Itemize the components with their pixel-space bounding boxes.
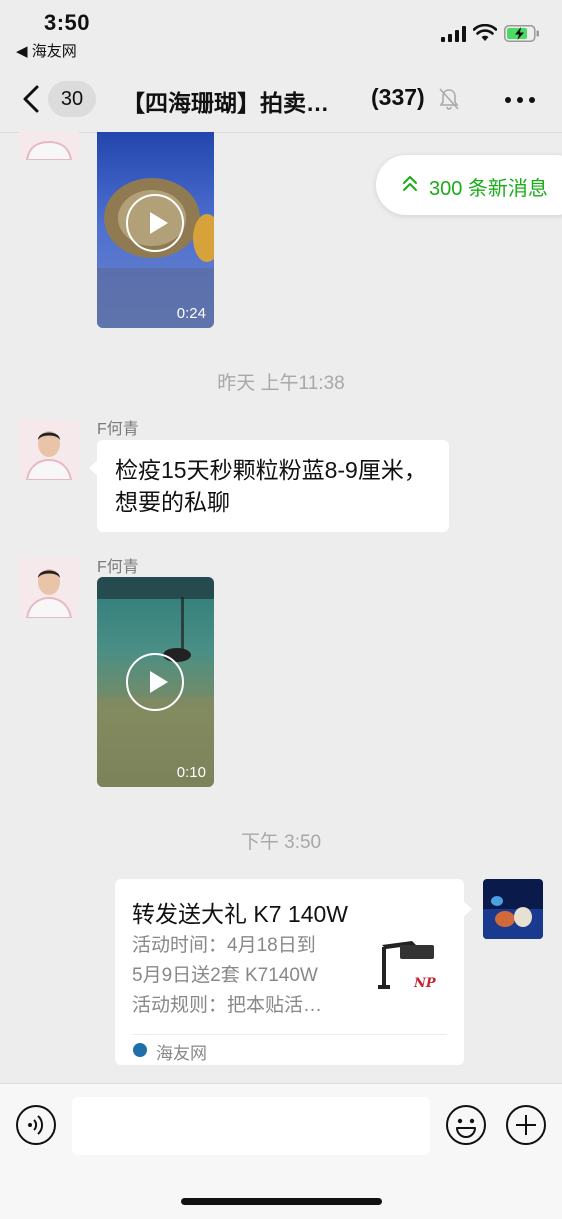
- more-options-icon[interactable]: [504, 96, 536, 104]
- member-count: (337): [371, 84, 425, 110]
- unread-count-badge[interactable]: 30: [48, 81, 96, 117]
- my-avatar[interactable]: [483, 879, 543, 939]
- new-messages-button[interactable]: 300 条新消息: [376, 155, 562, 215]
- card-desc-line: 活动时间：4月18日到: [132, 935, 316, 956]
- message-timestamp: 下午 3:50: [240, 832, 322, 853]
- emoji-icon[interactable]: [445, 1104, 487, 1146]
- back-chevron-icon[interactable]: [20, 84, 42, 114]
- home-indicator[interactable]: [181, 1198, 382, 1205]
- video-duration: 0:24: [176, 305, 206, 322]
- status-time: 3:50: [44, 10, 91, 35]
- source-logo-icon: [133, 1043, 147, 1057]
- card-thumbnail: NP: [376, 937, 450, 1007]
- thumb-logo: NP: [413, 976, 437, 991]
- divider: [132, 1034, 447, 1035]
- play-icon[interactable]: [126, 194, 184, 252]
- cellular-signal-icon: [441, 26, 466, 42]
- shared-link-card[interactable]: 转发送大礼 K7 140W 活动时间：4月18日到 5月9日送2套 K7140W…: [115, 879, 472, 1065]
- avatar[interactable]: [19, 420, 79, 480]
- new-messages-label: 300 条新消息: [429, 178, 548, 200]
- double-chevron-up-icon: [403, 176, 417, 191]
- chat-title: 【四海珊瑚】拍卖…: [122, 90, 329, 116]
- card-description: 活动时间：4月18日到 5月9日送2套 K7140W 活动规则：把本贴活…: [132, 931, 362, 1021]
- input-bar: [0, 1083, 562, 1219]
- mute-bell-icon: [439, 88, 459, 110]
- play-icon[interactable]: [126, 653, 184, 711]
- wifi-icon: [473, 24, 497, 41]
- chat-header: 30 【四海珊瑚】拍卖… (337): [0, 70, 562, 133]
- card-desc-line: 5月9日送2套 K7140W: [132, 965, 318, 986]
- back-to-app-link[interactable]: ◀ 海友网: [16, 40, 77, 61]
- battery-charging-icon: [504, 25, 539, 42]
- card-desc-line: 活动规则：把本贴活…: [132, 995, 323, 1016]
- card-title: 转发送大礼 K7 140W: [132, 901, 348, 927]
- voice-input-icon[interactable]: [15, 1104, 57, 1146]
- sender-name: F何青: [97, 421, 139, 438]
- message-timestamp: 昨天 上午11:38: [217, 373, 345, 394]
- card-source: 海友网: [156, 1044, 207, 1063]
- message-bubble[interactable]: 检疫15天秒颗粒粉蓝8-9厘米，想要的私聊: [89, 440, 449, 532]
- message-input[interactable]: [72, 1097, 430, 1155]
- more-functions-plus-icon[interactable]: [505, 1104, 547, 1146]
- video-message[interactable]: 0:10: [97, 577, 214, 787]
- video-duration: 0:10: [176, 764, 206, 781]
- video-message[interactable]: 0:24: [97, 132, 214, 328]
- avatar[interactable]: [19, 558, 79, 618]
- status-bar: 3:50 ◀ 海友网: [0, 0, 562, 70]
- sender-name: F何青: [97, 559, 139, 576]
